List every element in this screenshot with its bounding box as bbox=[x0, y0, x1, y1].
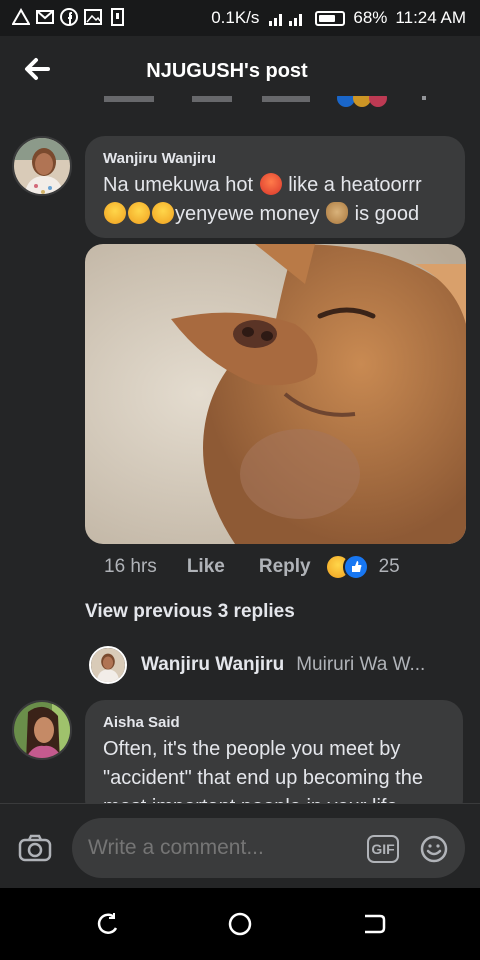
comment-composer: GIF bbox=[0, 803, 480, 888]
avatar bbox=[89, 646, 127, 684]
comment-input[interactable] bbox=[72, 818, 465, 878]
reply-author: Wanjiru Wanjiru bbox=[141, 654, 285, 675]
previous-comment-actions bbox=[104, 96, 434, 114]
gmail-icon bbox=[36, 8, 54, 26]
clock: 11:24 AM bbox=[395, 8, 466, 27]
laughing-emoji-icon bbox=[152, 202, 174, 224]
battery-percent: 68% bbox=[353, 8, 388, 27]
comment-actions: 16 hrs Like Reply 25 bbox=[104, 554, 400, 580]
network-speed: 0.1K/s bbox=[211, 8, 260, 27]
gif-button[interactable]: GIF bbox=[367, 835, 399, 863]
camera-icon[interactable] bbox=[18, 834, 52, 862]
comment-text: Na umekuwa hot like a heatoorrr yenyewe … bbox=[103, 173, 422, 225]
comment-bubble[interactable]: Aisha Said Often, it's the people you me… bbox=[85, 700, 463, 820]
hot-face-emoji-icon bbox=[259, 173, 282, 195]
recent-apps-icon[interactable] bbox=[94, 910, 122, 938]
sim-icon bbox=[108, 8, 126, 26]
comment-author[interactable]: Wanjiru Wanjiru bbox=[103, 150, 447, 167]
reactions-summary[interactable]: 25 bbox=[324, 554, 400, 580]
money-bag-emoji-icon bbox=[326, 202, 349, 224]
system-navigation-bar bbox=[0, 888, 480, 960]
reaction-count: 25 bbox=[378, 556, 400, 577]
laughing-emoji-icon bbox=[104, 202, 126, 224]
comment-timestamp: 16 hrs bbox=[104, 556, 157, 577]
post-header: NJUGUSH's post bbox=[0, 36, 480, 104]
reply-preview[interactable]: Wanjiru Wanjiru Muiruri Wa W... bbox=[89, 645, 425, 685]
laughing-emoji-icon bbox=[128, 202, 150, 224]
avatar[interactable] bbox=[12, 700, 72, 760]
alert-icon bbox=[11, 7, 31, 26]
like-reaction-icon bbox=[342, 554, 369, 580]
battery-icon bbox=[315, 10, 346, 26]
comment-bubble[interactable]: Wanjiru Wanjiru Na umekuwa hot like a he… bbox=[85, 136, 465, 238]
page-title: NJUGUSH's post bbox=[146, 60, 308, 82]
gallery-icon bbox=[84, 8, 102, 26]
status-bar: 0.1K/s 68% 11:24 AM bbox=[0, 0, 480, 36]
avatar[interactable] bbox=[12, 136, 72, 196]
comment-image[interactable] bbox=[85, 244, 466, 544]
reply-snippet: Muiruri Wa W... bbox=[296, 654, 426, 675]
signal-icon bbox=[267, 9, 307, 27]
emoji-icon[interactable] bbox=[420, 835, 448, 863]
facebook-icon bbox=[60, 8, 78, 26]
reply-button[interactable]: Reply bbox=[259, 556, 311, 578]
back-nav-icon[interactable] bbox=[360, 910, 388, 938]
view-previous-replies-link[interactable]: View previous 3 replies bbox=[85, 601, 295, 623]
like-button[interactable]: Like bbox=[187, 556, 225, 578]
home-icon[interactable] bbox=[226, 910, 254, 938]
comment-author[interactable]: Aisha Said bbox=[103, 714, 445, 731]
